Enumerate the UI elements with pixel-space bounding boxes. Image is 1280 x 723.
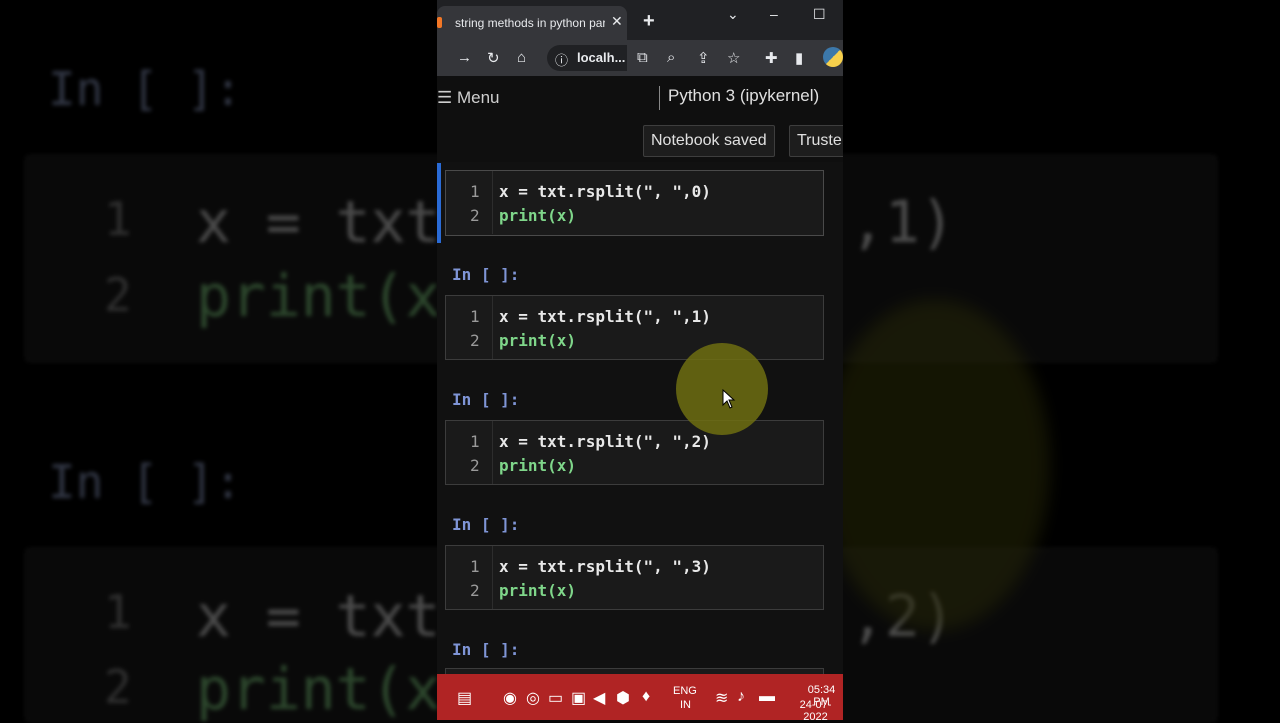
bg-cursor-halo [820, 300, 1050, 630]
line-number: 1 [470, 307, 480, 326]
share-icon[interactable]: ⇪ [697, 49, 710, 67]
active-cell-indicator [437, 163, 441, 243]
bg-code-line: print(x [196, 262, 441, 330]
address-bar[interactable]: ⓘ localh... [547, 45, 627, 71]
cell-prompt: In [ ]: [452, 640, 520, 659]
line-number: 1 [470, 432, 480, 451]
code-cell[interactable]: 1 2 x = txt.rsplit(", ",1) print(x) [445, 295, 824, 360]
url-text: localh... [577, 50, 626, 65]
battery-icon[interactable]: ▬ [759, 688, 775, 706]
close-tab-icon[interactable]: ✕ [611, 13, 623, 30]
language-indicator[interactable]: ENG [673, 685, 697, 697]
tab-title: string methods in python part [455, 16, 605, 30]
language-region[interactable]: IN [680, 699, 691, 711]
line-number: 2 [470, 331, 480, 350]
code-cell[interactable]: 1 2 x = txt.rsplit(", ",3) print(x) [445, 545, 824, 610]
windows-taskbar: ▤ ◉ ◎ ▭ ▣ ◀ ⬢ ♦ ENG IN ≋ ♪ ▬ 05:34 PM 24… [437, 674, 843, 720]
site-info-icon[interactable]: ⓘ [555, 50, 568, 69]
app-icon[interactable]: ◉ [503, 688, 517, 708]
clock-date[interactable]: 24-07-2022 [788, 699, 843, 720]
code-line[interactable]: print(x) [499, 206, 576, 225]
reload-icon[interactable]: ↻ [487, 49, 500, 67]
line-number: 1 [470, 182, 480, 201]
bg-prompt-top: In [ ]: [48, 62, 242, 116]
code-line[interactable]: print(x) [499, 456, 576, 475]
bg-line-number: 1 [104, 585, 132, 639]
jupyter-favicon-icon [437, 17, 442, 28]
app-icon[interactable]: ▣ [571, 688, 586, 708]
volume-icon[interactable]: ♪ [737, 688, 745, 706]
bookmark-star-icon[interactable]: ☆ [727, 49, 740, 67]
maximize-button[interactable]: ☐ [813, 6, 826, 23]
line-number: 1 [470, 557, 480, 576]
wifi-icon[interactable]: ≋ [715, 688, 728, 708]
bg-code-line: x = txt [196, 188, 441, 256]
code-line[interactable]: print(x) [499, 331, 576, 350]
chrome-icon[interactable]: ◎ [526, 688, 540, 708]
minimize-button[interactable]: – [770, 6, 778, 22]
screen-capture: string methods in python part ✕ + ⌄ – ☐ … [437, 0, 843, 720]
menu-button[interactable]: ☰ Menu [437, 88, 500, 108]
shield-icon[interactable]: ⬢ [616, 688, 630, 708]
translate-icon[interactable]: ⧉ [637, 49, 648, 66]
code-cell[interactable]: 1 2 x = txt.rsplit(", ",0) print(x) [445, 170, 824, 236]
code-line[interactable]: x = txt.rsplit(", ",0) [499, 182, 711, 201]
cell-prompt: In [ ]: [452, 265, 520, 284]
bg-code-suffix: ,2) [850, 582, 955, 650]
zoom-icon[interactable]: ⌕ [667, 49, 675, 66]
bg-code-line: print(x [196, 655, 441, 723]
code-line[interactable]: x = txt.rsplit(", ",3) [499, 557, 711, 576]
app-icon[interactable]: ◀ [593, 688, 605, 708]
bg-prompt-bottom: In [ ]: [48, 455, 242, 509]
code-line[interactable]: print(x) [499, 581, 576, 600]
new-tab-button[interactable]: + [643, 10, 655, 33]
kernel-indicator[interactable]: Python 3 (ipykernel) [659, 86, 819, 110]
browser-toolbar: → ↻ ⌂ ⓘ localh... ⧉ ⌕ ⇪ ☆ ✚ ▮ [437, 40, 843, 76]
code-cell[interactable]: 1 2 x = txt.rsplit(", ",2) print(x) [445, 420, 824, 485]
line-number: 2 [470, 206, 480, 225]
python-extension-icon[interactable] [823, 47, 843, 67]
cell-prompt: In [ ]: [452, 390, 520, 409]
side-panel-icon[interactable]: ▮ [795, 49, 803, 67]
mouse-pointer-icon [722, 389, 736, 409]
line-number: 2 [470, 581, 480, 600]
tab-search-icon[interactable]: ⌄ [727, 6, 739, 23]
bg-line-number: 2 [104, 268, 132, 322]
microphone-icon[interactable]: ♦ [642, 688, 650, 706]
task-view-icon[interactable]: ▤ [457, 688, 472, 708]
extensions-icon[interactable]: ✚ [765, 49, 778, 67]
notebook-saved-status: Notebook saved [643, 125, 775, 157]
bg-code-line: x = txt [196, 582, 441, 650]
cell-prompt: In [ ]: [452, 515, 520, 534]
code-line[interactable]: x = txt.rsplit(", ",1) [499, 307, 711, 326]
jupyter-header: ☰ Menu Python 3 (ipykernel) Notebook sav… [437, 76, 843, 162]
home-icon[interactable]: ⌂ [517, 49, 526, 66]
browser-tab-strip: string methods in python part ✕ + ⌄ – ☐ [437, 0, 843, 40]
trusted-button[interactable]: Truste [789, 125, 843, 157]
bg-code-suffix: ,1) [850, 188, 955, 256]
code-line[interactable]: x = txt.rsplit(", ",2) [499, 432, 711, 451]
browser-tab[interactable]: string methods in python part ✕ [437, 6, 627, 40]
bg-line-number: 2 [104, 660, 132, 714]
app-icon[interactable]: ▭ [548, 688, 563, 708]
forward-icon[interactable]: → [457, 49, 472, 66]
bg-line-number: 1 [104, 192, 132, 246]
line-number: 2 [470, 456, 480, 475]
